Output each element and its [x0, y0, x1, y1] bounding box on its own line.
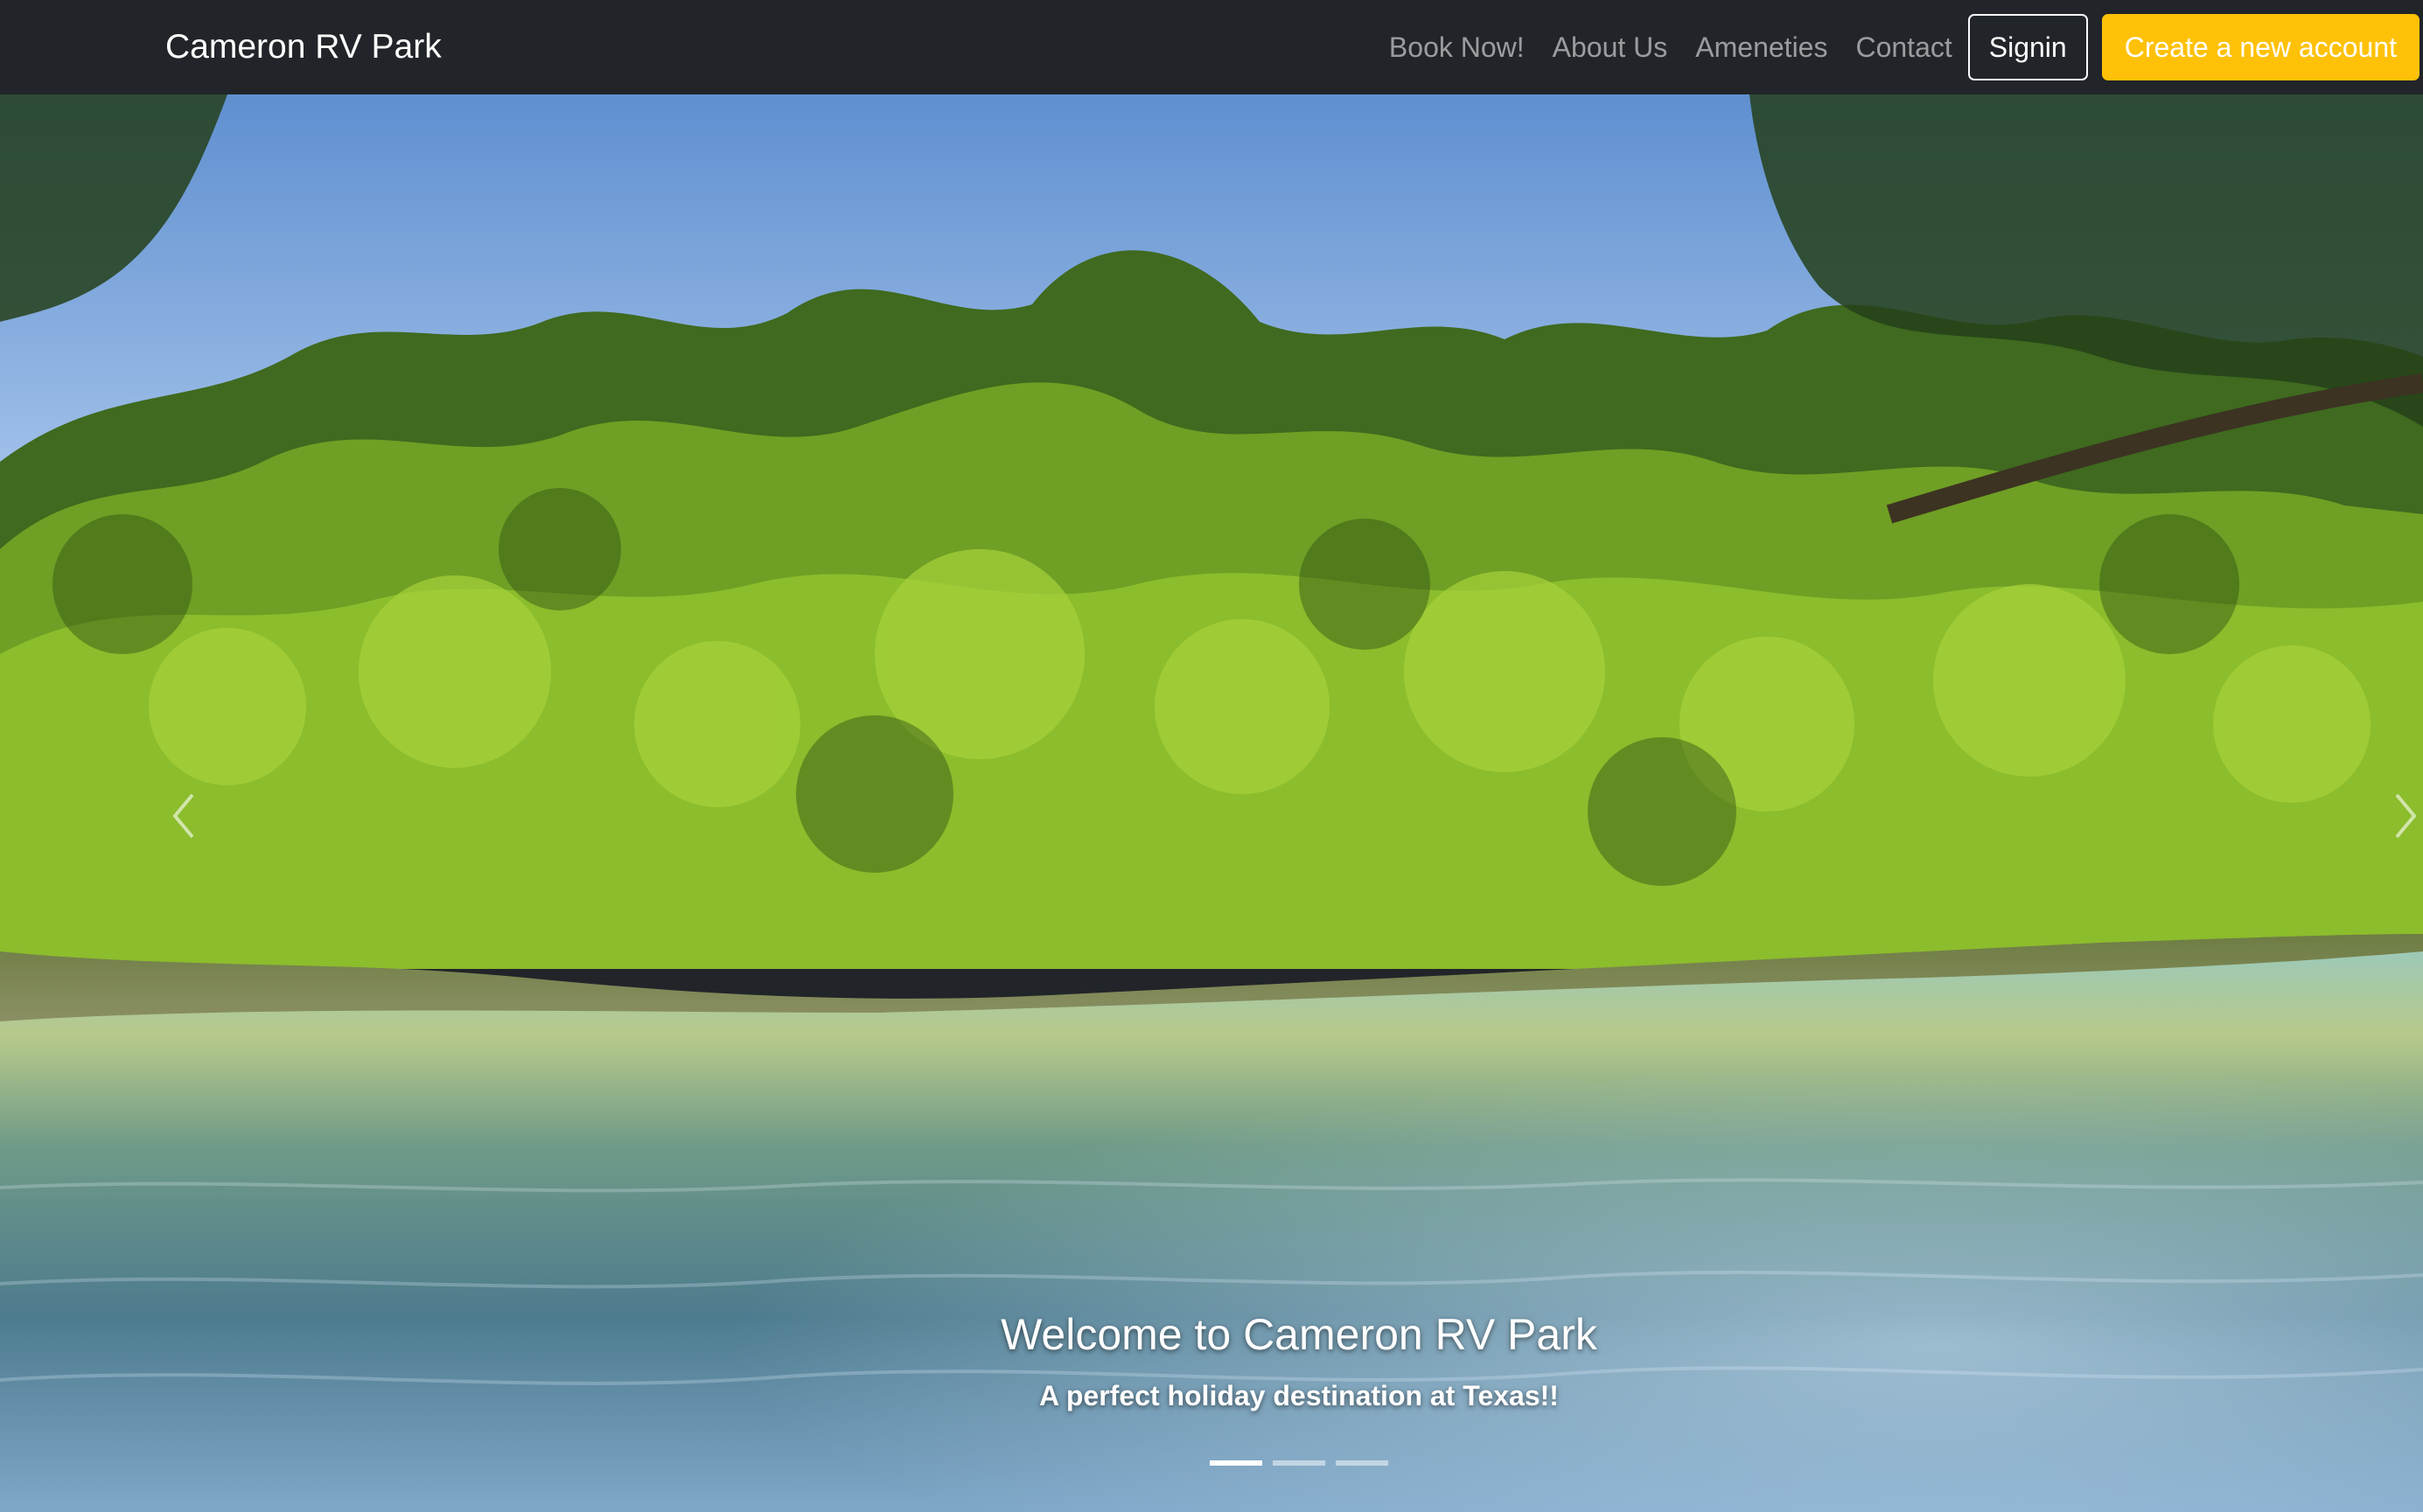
- carousel-indicator-3[interactable]: [1336, 1460, 1388, 1466]
- signin-button[interactable]: Signin: [1967, 14, 2088, 80]
- hero-image: [0, 94, 2423, 1512]
- nav-link-about-us[interactable]: About Us: [1539, 0, 1682, 94]
- chevron-right-icon: [2395, 793, 2417, 839]
- create-account-button[interactable]: Create a new account: [2101, 14, 2420, 80]
- nav-link-contact[interactable]: Contact: [1841, 0, 1966, 94]
- navbar: Cameron RV Park Book Now! About Us Amene…: [0, 0, 2423, 94]
- carousel-indicators: [1210, 1460, 1388, 1466]
- carousel-next-button[interactable]: [2379, 777, 2423, 855]
- brand-logo[interactable]: Cameron RV Park: [165, 0, 442, 94]
- carousel-prev-button[interactable]: [157, 777, 210, 855]
- chevron-left-icon: [172, 793, 194, 839]
- carousel-indicator-2[interactable]: [1273, 1460, 1325, 1466]
- nav-link-book-now[interactable]: Book Now!: [1375, 0, 1539, 94]
- nav-links: Book Now! About Us Ameneties Contact Sig…: [1375, 0, 2423, 94]
- nav-link-ameneties[interactable]: Ameneties: [1681, 0, 1841, 94]
- carousel-indicator-1[interactable]: [1210, 1460, 1262, 1466]
- hero-carousel: Welcome to Cameron RV Park A perfect hol…: [0, 94, 2423, 1512]
